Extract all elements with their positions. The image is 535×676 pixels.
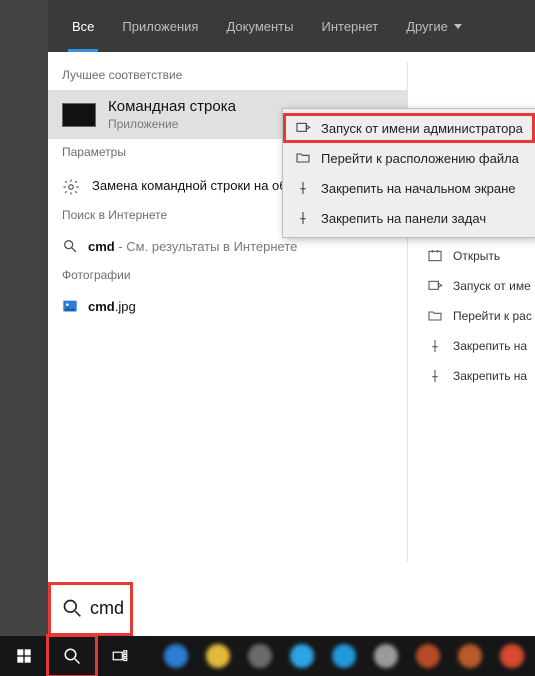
taskbar xyxy=(0,636,535,676)
taskbar-app-icon[interactable] xyxy=(416,644,440,668)
menu-run-as-admin[interactable]: Запуск от имени администратора xyxy=(283,113,535,143)
taskbar-pinned-apps xyxy=(164,644,524,668)
menu-pin-taskbar[interactable]: Закрепить на панели задач xyxy=(283,203,535,233)
search-icon xyxy=(62,238,78,254)
side-action-label: Запуск от име xyxy=(453,279,531,293)
task-view-button[interactable] xyxy=(96,636,144,676)
taskbar-app-icon[interactable] xyxy=(248,644,272,668)
tab-label: Интернет xyxy=(321,19,378,34)
tab-all[interactable]: Все xyxy=(58,0,108,52)
shield-icon xyxy=(295,120,311,136)
pin-icon xyxy=(427,338,443,354)
web-search-text: cmd - См. результаты в Интернете xyxy=(88,239,297,254)
pin-icon xyxy=(427,368,443,384)
taskbar-app-icon[interactable] xyxy=(332,644,356,668)
menu-label: Закрепить на начальном экране xyxy=(321,181,516,196)
taskbar-app-icon[interactable] xyxy=(500,644,524,668)
menu-open-location[interactable]: Перейти к расположению файла xyxy=(283,143,535,173)
start-button[interactable] xyxy=(0,636,48,676)
side-action-open[interactable]: Открыть xyxy=(427,248,535,264)
side-action-label: Закрепить на xyxy=(453,369,527,383)
tab-apps[interactable]: Приложения xyxy=(108,0,212,52)
cmd-icon xyxy=(62,103,96,127)
side-action-label: Закрепить на xyxy=(453,339,527,353)
taskbar-app-icon[interactable] xyxy=(458,644,482,668)
search-icon xyxy=(62,598,82,618)
best-match-title: Командная строка xyxy=(108,98,236,115)
tab-label: Все xyxy=(72,19,94,34)
best-match-subtitle: Приложение xyxy=(108,117,236,131)
menu-label: Перейти к расположению файла xyxy=(321,151,519,166)
tab-internet[interactable]: Интернет xyxy=(307,0,392,52)
gear-icon xyxy=(62,178,80,196)
menu-label: Закрепить на панели задач xyxy=(321,211,486,226)
context-menu: Запуск от имени администратора Перейти к… xyxy=(282,108,535,238)
image-icon xyxy=(62,298,78,314)
pin-icon xyxy=(295,180,311,196)
taskbar-search-button[interactable] xyxy=(48,636,96,676)
side-action-label: Перейти к рас xyxy=(453,309,532,323)
menu-label: Запуск от имени администратора xyxy=(321,121,523,136)
folder-icon xyxy=(427,308,443,324)
tab-more[interactable]: Другие xyxy=(392,0,476,52)
taskbar-app-icon[interactable] xyxy=(164,644,188,668)
side-action-pin-taskbar[interactable]: Закрепить на xyxy=(427,368,535,384)
search-box xyxy=(48,580,535,636)
side-action-open-location[interactable]: Перейти к рас xyxy=(427,308,535,324)
side-action-run-admin[interactable]: Запуск от име xyxy=(427,278,535,294)
folder-icon xyxy=(295,150,311,166)
pin-icon xyxy=(295,210,311,226)
photo-text: cmd.jpg xyxy=(88,299,136,314)
shield-icon xyxy=(427,278,443,294)
taskbar-app-icon[interactable] xyxy=(290,644,314,668)
tab-label: Приложения xyxy=(122,19,198,34)
search-input[interactable] xyxy=(90,598,535,619)
side-action-label: Открыть xyxy=(453,249,500,263)
open-icon xyxy=(427,248,443,264)
taskbar-app-icon[interactable] xyxy=(206,644,230,668)
tab-documents[interactable]: Документы xyxy=(212,0,307,52)
side-action-pin-start[interactable]: Закрепить на xyxy=(427,338,535,354)
chevron-down-icon xyxy=(454,24,462,29)
taskbar-app-icon[interactable] xyxy=(374,644,398,668)
tab-label: Другие xyxy=(406,19,448,34)
menu-pin-start[interactable]: Закрепить на начальном экране xyxy=(283,173,535,203)
tab-label: Документы xyxy=(226,19,293,34)
